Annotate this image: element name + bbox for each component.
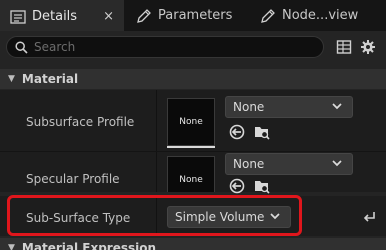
tab-bar: Details × Parameters Node...view [0,0,386,31]
use-selected-asset-icon[interactable] [229,124,245,140]
use-selected-asset-icon[interactable] [229,178,245,194]
property-row-subsurface-profile: Subsurface Profile None None [0,90,386,151]
dropdown-value: None [233,157,265,171]
chevron-down-icon [331,100,343,112]
asset-thumbnail[interactable]: None [167,156,215,192]
asset-picker-dropdown[interactable]: None [225,153,353,175]
thumbnail-label: None [179,117,203,127]
tab-details[interactable]: Details × [0,0,124,31]
collapse-caret-icon[interactable]: ▼ [8,243,15,250]
tab-parameters-label: Parameters [158,8,233,23]
search-icon [15,40,28,54]
pencil-icon [136,8,152,24]
details-list-icon [10,9,26,25]
pencil-icon [260,8,276,24]
property-row-specular-profile: Specular Profile None None [0,152,386,194]
tab-details-label: Details [32,9,78,24]
browse-asset-icon[interactable] [254,124,270,140]
search-input[interactable] [34,40,294,54]
reset-to-default-icon[interactable] [362,209,376,223]
tab-parameters[interactable]: Parameters [130,0,232,31]
column-divider [156,90,157,151]
highlight-annotation [7,195,302,236]
section-material-expression-header[interactable]: ▼ Material Expression [0,238,386,250]
close-icon[interactable]: × [103,10,114,24]
dropdown-value: None [233,100,265,114]
property-label: Subsurface Profile [26,115,135,129]
section-title: Material [21,72,79,86]
column-divider [156,152,157,192]
collapse-caret-icon[interactable]: ▼ [8,74,15,84]
table-view-icon[interactable] [336,39,352,55]
chevron-down-icon [331,157,343,169]
browse-asset-icon[interactable] [254,178,270,194]
tab-node-view-label: Node...view [282,8,359,23]
thumbnail-underline [167,146,215,148]
section-material-header[interactable]: ▼ Material [0,69,386,89]
property-label: Specular Profile [26,172,120,186]
thumbnail-label: None [179,174,203,185]
section-title: Material Expression [21,241,157,250]
asset-thumbnail[interactable]: None [167,98,215,146]
asset-picker-dropdown[interactable]: None [225,96,353,118]
tab-node-view[interactable]: Node...view [256,0,358,31]
search-box[interactable] [6,36,324,58]
search-row [0,31,386,64]
settings-gear-icon[interactable] [360,39,376,55]
